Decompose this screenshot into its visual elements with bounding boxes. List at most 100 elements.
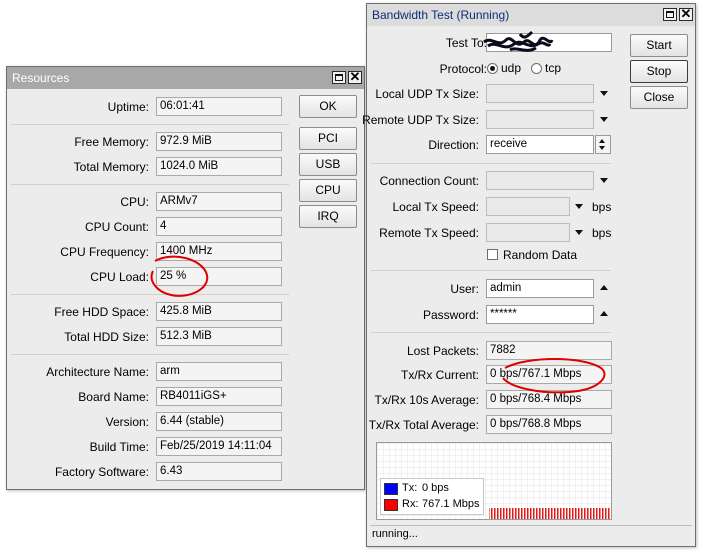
remote-tx-speed-unit: bps <box>592 226 612 240</box>
local-udp-tx-size-label: Local UDP Tx Size: <box>375 87 479 101</box>
tcp-label: tcp <box>545 61 562 75</box>
resource-label: CPU Load: <box>90 270 149 284</box>
tx-legend-swatch <box>384 483 398 495</box>
resource-label: Free HDD Space: <box>54 305 149 319</box>
direction-select[interactable]: receive <box>486 135 594 154</box>
resource-value: 4 <box>156 217 282 236</box>
dropdown-arrow-icon[interactable] <box>575 230 583 235</box>
local-tx-speed-input[interactable] <box>486 197 570 216</box>
user-input[interactable]: admin <box>486 279 594 298</box>
resource-label: Factory Software: <box>54 465 149 479</box>
maximize-button[interactable] <box>332 71 346 84</box>
pci-button[interactable]: PCI <box>299 127 357 150</box>
resource-label: Total Memory: <box>73 160 149 174</box>
dropdown-arrow-icon[interactable] <box>600 91 608 96</box>
resource-label: Board Name: <box>78 390 149 404</box>
resource-value: arm <box>156 362 282 381</box>
close-icon: ✕ <box>680 6 692 21</box>
collapse-arrow-icon[interactable] <box>600 311 608 316</box>
resource-label: Version: <box>105 415 149 429</box>
redaction-scribble <box>483 30 554 52</box>
maximize-icon <box>666 11 674 18</box>
resource-value: 512.3 MiB <box>156 327 282 346</box>
password-label: Password: <box>422 308 479 322</box>
random-data-checkbox[interactable] <box>487 249 498 260</box>
collapse-arrow-icon[interactable] <box>600 285 608 290</box>
txrx-10s-average-label: Tx/Rx 10s Average: <box>374 393 480 407</box>
resource-value: 06:01:41 <box>156 97 282 116</box>
resources-window: Resources ✕ Uptime: 06:01:41 Free Memory: 9… <box>6 66 365 490</box>
local-udp-tx-size-input[interactable] <box>486 84 594 103</box>
resource-value: 972.9 MiB <box>156 132 282 151</box>
usb-button[interactable]: USB <box>299 153 357 176</box>
close-button[interactable]: ✕ <box>679 6 693 21</box>
graph-legend: Tx: 0 bps Rx: 767.1 Mbps <box>380 478 484 515</box>
resource-label: CPU: <box>120 195 149 209</box>
separator <box>11 124 289 125</box>
remote-udp-tx-size-input[interactable] <box>486 110 594 129</box>
close-button[interactable]: ✕ <box>348 69 362 84</box>
txrx-current-label: Tx/Rx Current: <box>400 368 479 382</box>
dropdown-arrow-icon[interactable] <box>600 117 608 122</box>
resource-label: Architecture Name: <box>46 365 149 379</box>
protocol-label: Protocol: <box>439 62 487 76</box>
random-data-label: Random Data <box>503 248 578 262</box>
cpu-button[interactable]: CPU <box>299 179 357 202</box>
maximize-icon <box>335 74 343 81</box>
start-button[interactable]: Start <box>630 34 688 57</box>
resource-value: 6.44 (stable) <box>156 412 282 431</box>
resource-label: Free Memory: <box>74 135 149 149</box>
resource-label: Total HDD Size: <box>64 330 149 344</box>
ok-button[interactable]: OK <box>299 95 357 118</box>
status-bar: running... <box>370 525 692 543</box>
status-text: running... <box>372 528 418 540</box>
dropdown-arrow-icon[interactable] <box>600 178 608 183</box>
traffic-graph: Tx: 0 bps Rx: 767.1 Mbps <box>376 442 612 520</box>
separator <box>11 184 289 185</box>
dropdown-arrow-icon[interactable] <box>575 204 583 209</box>
cpu-load-annotation-circle <box>150 255 209 297</box>
separator <box>371 163 611 164</box>
resource-label: CPU Count: <box>84 220 149 234</box>
stop-button[interactable]: Stop <box>630 60 688 83</box>
txrx-annotation-circle <box>502 358 606 394</box>
connection-count-label: Connection Count: <box>379 174 479 188</box>
bandwidth-test-window: Bandwidth Test (Running) ✕ Start Stop Cl… <box>362 3 696 547</box>
user-label: User: <box>450 282 479 296</box>
resource-label: Uptime: <box>107 100 149 114</box>
tcp-radio[interactable] <box>531 63 542 74</box>
irq-button[interactable]: IRQ <box>299 205 357 228</box>
remote-tx-speed-label: Remote Tx Speed: <box>379 226 479 240</box>
bandwidth-test-titlebar[interactable]: Bandwidth Test (Running) <box>367 4 695 26</box>
tx-legend-label: Tx: <box>402 482 418 494</box>
txrx-total-average-label: Tx/Rx Total Average: <box>368 418 479 432</box>
close-window-button[interactable]: Close <box>630 86 688 109</box>
maximize-button[interactable] <box>663 8 677 21</box>
separator <box>371 270 611 271</box>
password-input[interactable]: ****** <box>486 305 594 324</box>
lost-packets-label: Lost Packets: <box>406 344 479 358</box>
direction-select-toggle[interactable] <box>595 135 611 154</box>
udp-radio[interactable] <box>487 63 498 74</box>
resource-value: RB4011iGS+ <box>156 387 282 406</box>
resources-title: Resources <box>12 71 70 85</box>
local-tx-speed-unit: bps <box>592 200 612 214</box>
separator <box>11 354 289 355</box>
resource-value: Feb/25/2019 14:11:04 <box>156 437 282 456</box>
rx-legend-swatch <box>384 499 398 511</box>
resource-label: CPU Frequency: <box>60 245 149 259</box>
resource-value: 425.8 MiB <box>156 302 282 321</box>
udp-label: udp <box>501 61 522 75</box>
rx-legend-value: 767.1 Mbps <box>422 498 480 510</box>
rx-legend-label: Rx: <box>402 498 419 510</box>
resource-value: 6.43 <box>156 462 282 481</box>
connection-count-input[interactable] <box>486 171 594 190</box>
direction-label: Direction: <box>428 138 479 152</box>
resources-titlebar[interactable]: Resources <box>7 67 364 89</box>
remote-tx-speed-input[interactable] <box>486 223 570 242</box>
remote-udp-tx-size-label: Remote UDP Tx Size: <box>362 113 479 127</box>
chevron-up-icon <box>599 139 605 143</box>
rx-graph-bars <box>489 508 611 519</box>
chevron-down-icon <box>599 146 605 150</box>
resource-value: 1024.0 MiB <box>156 157 282 176</box>
